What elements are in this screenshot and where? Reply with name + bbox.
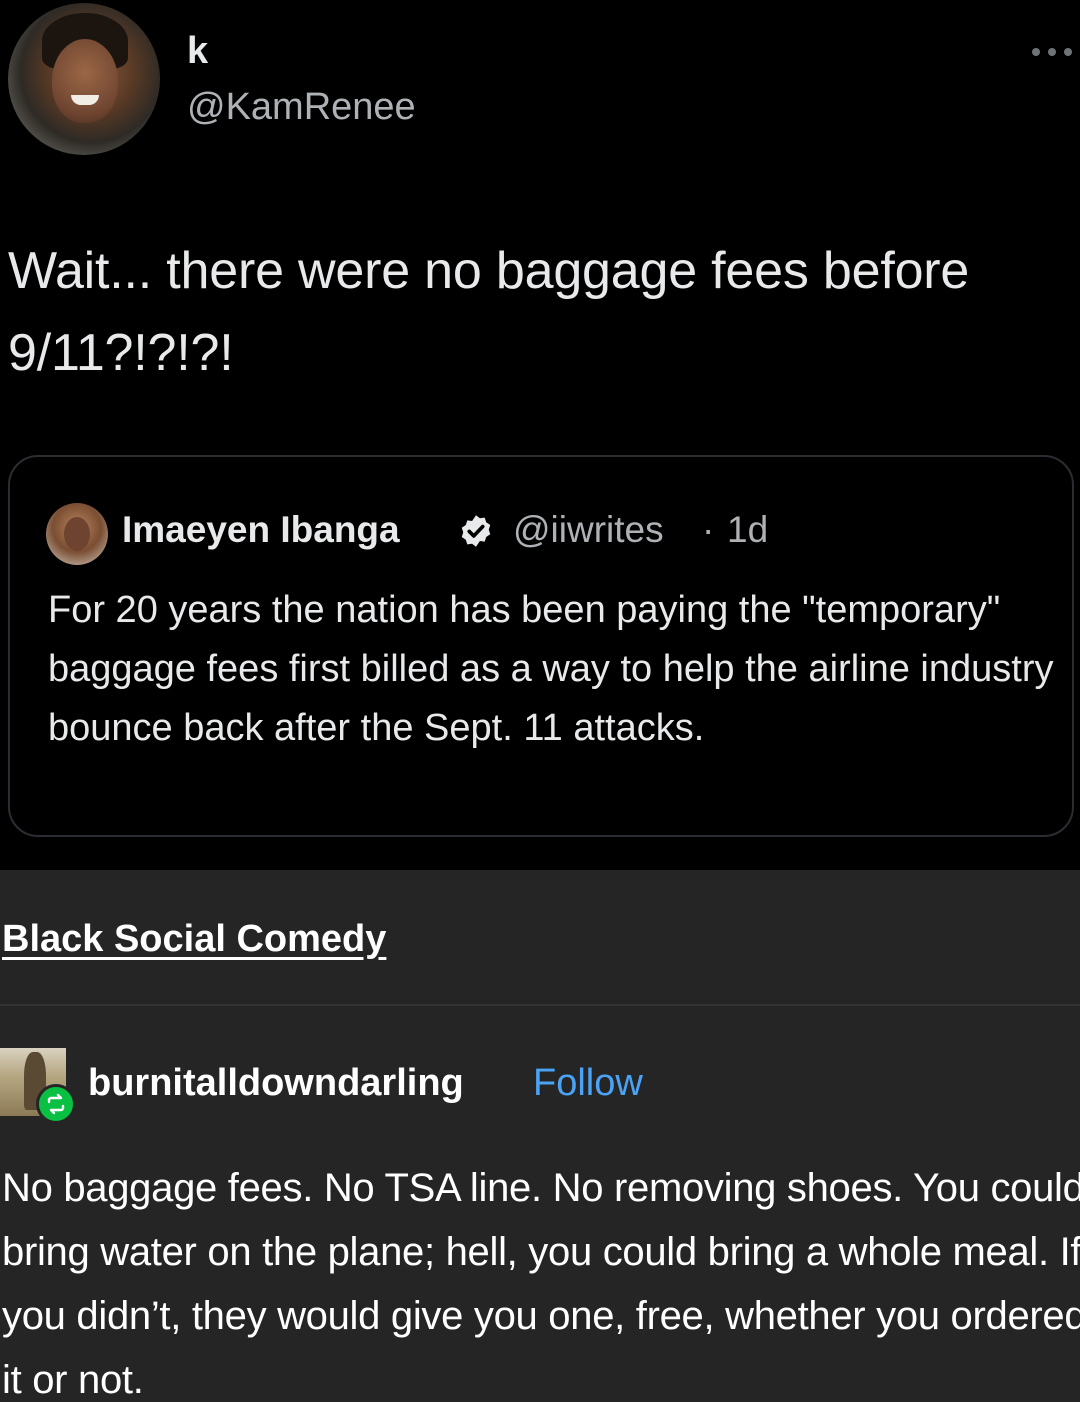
tweet: k @KamRenee Wait... there were no baggag… — [0, 0, 1080, 870]
quote-avatar[interactable] — [46, 503, 108, 565]
quote-author-name[interactable]: Imaeyen Ibanga — [122, 505, 400, 555]
tweet-text: Wait... there were no baggage fees befor… — [8, 242, 970, 382]
screenshot: k @KamRenee Wait... there were no baggag… — [0, 0, 1080, 1402]
divider — [0, 1004, 1080, 1006]
display-name[interactable]: k — [187, 28, 208, 74]
blog-name-link[interactable]: Black Social Comedy — [2, 914, 386, 964]
more-horizontal-icon[interactable] — [1030, 46, 1074, 58]
user-handle[interactable]: @KamRenee — [187, 84, 416, 130]
reblogger-name[interactable]: burnitalldowndarling — [88, 1058, 464, 1108]
avatar-face — [52, 39, 118, 123]
verified-badge-icon — [461, 515, 491, 547]
quote-avatar-face — [64, 517, 90, 551]
follow-button[interactable]: Follow — [533, 1058, 643, 1108]
quote-author-handle[interactable]: @iiwrites — [513, 505, 664, 555]
avatar[interactable] — [8, 3, 160, 155]
quoted-tweet[interactable]: Imaeyen Ibanga @iiwrites · 1d For 20 yea… — [8, 455, 1074, 837]
reblog-icon — [36, 1084, 76, 1124]
post-text: No baggage fees. No TSA line. No removin… — [2, 1166, 1080, 1402]
tumblr-post: Black Social Comedy burnitalldowndarling… — [0, 870, 1080, 1402]
quote-separator: · — [702, 509, 715, 550]
quote-timestamp[interactable]: 1d — [727, 505, 768, 555]
quote-text: For 20 years the nation has been paying … — [48, 589, 1054, 749]
